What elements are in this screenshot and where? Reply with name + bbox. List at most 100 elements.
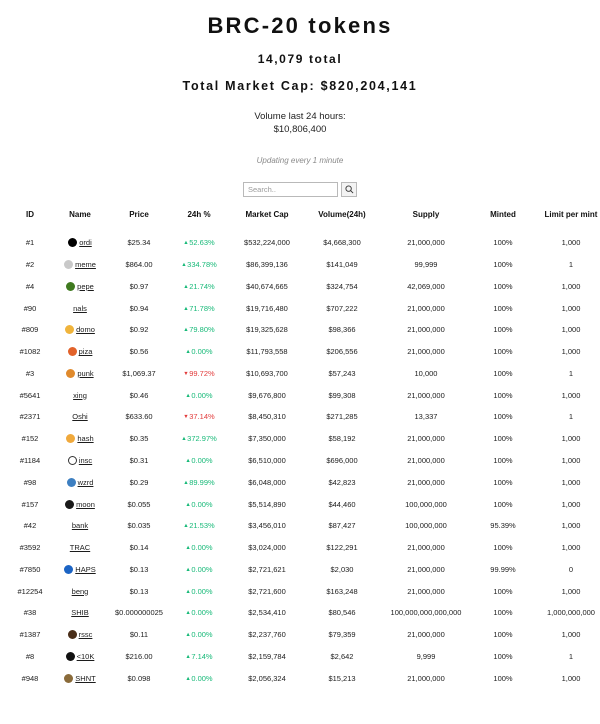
total-market-cap: Total Market Cap: $820,204,141 bbox=[0, 79, 600, 93]
token-change-cell: ▲0.00% bbox=[170, 493, 228, 515]
token-id: #1082 bbox=[8, 341, 52, 363]
token-name-link[interactable]: meme bbox=[75, 260, 96, 269]
token-name-link[interactable]: TRAC bbox=[70, 543, 90, 552]
token-price: $0.14 bbox=[108, 537, 170, 559]
token-name-link[interactable]: rssc bbox=[79, 630, 93, 639]
token-name-link[interactable]: SHNT bbox=[75, 674, 95, 683]
change-value: 0.00% bbox=[191, 500, 212, 509]
table-row[interactable]: #1387rssc$0.11▲0.00%$2,237,760$79,35921,… bbox=[8, 624, 600, 646]
token-logo-icon bbox=[68, 347, 77, 356]
search-button[interactable] bbox=[341, 182, 357, 197]
token-change-cell: ▲0.00% bbox=[170, 384, 228, 406]
token-minted: 100% bbox=[474, 624, 532, 646]
token-limit-per-mint: 1,000 bbox=[532, 580, 600, 602]
token-price: $0.92 bbox=[108, 319, 170, 341]
col-header-price[interactable]: Price bbox=[108, 210, 170, 232]
token-name-link[interactable]: domo bbox=[76, 325, 95, 334]
token-name-link[interactable]: Oshi bbox=[72, 412, 87, 421]
token-name-link[interactable]: ordi bbox=[79, 238, 92, 247]
table-row[interactable]: #2meme$864.00▲334.78%$86,399,136$141,049… bbox=[8, 254, 600, 276]
table-row[interactable]: #948SHNT$0.098▲0.00%$2,056,324$15,21321,… bbox=[8, 667, 600, 689]
token-volume: $87,427 bbox=[306, 515, 378, 537]
token-name-link[interactable]: piza bbox=[79, 347, 93, 356]
col-header-market-cap[interactable]: Market Cap bbox=[228, 210, 306, 232]
table-row[interactable]: #4pepe$0.97▲21.74%$40,674,665$324,75442,… bbox=[8, 275, 600, 297]
table-row[interactable]: #1ordi$25.34▲52.63%$532,224,000$4,668,30… bbox=[8, 232, 600, 254]
token-supply: 21,000,000 bbox=[378, 667, 474, 689]
token-supply: 100,000,000,000,000 bbox=[378, 602, 474, 624]
token-minted: 100% bbox=[474, 406, 532, 428]
table-row[interactable]: #5641xing$0.46▲0.00%$9,676,800$99,30821,… bbox=[8, 384, 600, 406]
updating-notice: Updating every 1 minute bbox=[0, 156, 600, 165]
table-row[interactable]: #152hash$0.35▲372.97%$7,350,000$58,19221… bbox=[8, 428, 600, 450]
token-name-link[interactable]: bank bbox=[72, 521, 88, 530]
token-volume: $79,359 bbox=[306, 624, 378, 646]
token-market-cap: $6,510,000 bbox=[228, 450, 306, 472]
token-logo-icon bbox=[65, 500, 74, 509]
token-name-cell: moon bbox=[52, 493, 108, 515]
col-header-minted[interactable]: Minted bbox=[474, 210, 532, 232]
token-market-cap: $11,793,558 bbox=[228, 341, 306, 363]
token-volume: $707,222 bbox=[306, 297, 378, 319]
table-row[interactable]: #3592TRAC$0.14▲0.00%$3,024,000$122,29121… bbox=[8, 537, 600, 559]
token-change-cell: ▲89.99% bbox=[170, 471, 228, 493]
table-row[interactable]: #38SHIB$0.000000025▲0.00%$2,534,410$80,5… bbox=[8, 602, 600, 624]
token-supply: 21,000,000 bbox=[378, 341, 474, 363]
change-positive: ▲71.78% bbox=[183, 304, 214, 313]
token-change-cell: ▲0.00% bbox=[170, 667, 228, 689]
token-volume: $58,192 bbox=[306, 428, 378, 450]
token-name-link[interactable]: moon bbox=[76, 500, 95, 509]
arrow-up-icon: ▲ bbox=[185, 610, 190, 616]
change-value: 71.78% bbox=[189, 304, 214, 313]
arrow-down-icon: ▼ bbox=[183, 414, 188, 420]
token-price: $633.60 bbox=[108, 406, 170, 428]
table-row[interactable]: #12254beng$0.13▲0.00%$2,721,600$163,2482… bbox=[8, 580, 600, 602]
table-row[interactable]: #809domo$0.92▲79.80%$19,325,628$98,36621… bbox=[8, 319, 600, 341]
token-name-link[interactable]: <10K bbox=[77, 652, 95, 661]
token-price: $0.46 bbox=[108, 384, 170, 406]
table-row[interactable]: #42bank$0.035▲21.53%$3,456,010$87,427100… bbox=[8, 515, 600, 537]
table-row[interactable]: #157moon$0.055▲0.00%$5,514,890$44,460100… bbox=[8, 493, 600, 515]
token-market-cap: $9,676,800 bbox=[228, 384, 306, 406]
token-name-link[interactable]: punk bbox=[77, 369, 93, 378]
arrow-up-icon: ▲ bbox=[185, 502, 190, 508]
token-minted: 100% bbox=[474, 275, 532, 297]
col-header-limit[interactable]: Limit per mint bbox=[532, 210, 600, 232]
table-row[interactable]: #98wzrd$0.29▲89.99%$6,048,000$42,82321,0… bbox=[8, 471, 600, 493]
token-id: #152 bbox=[8, 428, 52, 450]
token-name-link[interactable]: xing bbox=[73, 391, 87, 400]
arrow-up-icon: ▲ bbox=[185, 567, 190, 573]
token-name-link[interactable]: insc bbox=[79, 456, 92, 465]
col-header-volume[interactable]: Volume(24h) bbox=[306, 210, 378, 232]
table-row[interactable]: #8<10K$216.00▲7.14%$2,159,784$2,6429,999… bbox=[8, 646, 600, 668]
token-supply: 100,000,000 bbox=[378, 493, 474, 515]
token-name-link[interactable]: pepe bbox=[77, 282, 94, 291]
token-name-link[interactable]: HAPS bbox=[75, 565, 95, 574]
token-name-link[interactable]: SHIB bbox=[71, 608, 89, 617]
change-positive: ▲89.99% bbox=[183, 478, 214, 487]
search-input[interactable] bbox=[243, 182, 338, 197]
col-header-supply[interactable]: Supply bbox=[378, 210, 474, 232]
col-header-id[interactable]: ID bbox=[8, 210, 52, 232]
token-volume: $99,308 bbox=[306, 384, 378, 406]
token-change-cell: ▲7.14% bbox=[170, 646, 228, 668]
token-name-link[interactable]: hash bbox=[77, 434, 93, 443]
token-price: $0.29 bbox=[108, 471, 170, 493]
arrow-up-icon: ▲ bbox=[185, 393, 190, 399]
token-name-link[interactable]: beng bbox=[72, 587, 89, 596]
table-row[interactable]: #1082piza$0.56▲0.00%$11,793,558$206,5562… bbox=[8, 341, 600, 363]
table-row[interactable]: #3punk$1,069.37▼99.72%$10,693,700$57,243… bbox=[8, 363, 600, 385]
change-value: 0.00% bbox=[191, 674, 212, 683]
col-header-change[interactable]: 24h % bbox=[170, 210, 228, 232]
table-row[interactable]: #7850HAPS$0.13▲0.00%$2,721,621$2,03021,0… bbox=[8, 559, 600, 581]
token-price: $0.13 bbox=[108, 559, 170, 581]
arrow-up-icon: ▲ bbox=[185, 632, 190, 638]
col-header-name[interactable]: Name bbox=[52, 210, 108, 232]
table-row[interactable]: #90nals$0.94▲71.78%$19,716,480$707,22221… bbox=[8, 297, 600, 319]
table-row[interactable]: #2371Oshi$633.60▼37.14%$8,450,310$271,28… bbox=[8, 406, 600, 428]
token-name-link[interactable]: nals bbox=[73, 304, 87, 313]
token-limit-per-mint: 1 bbox=[532, 254, 600, 276]
token-minted: 100% bbox=[474, 580, 532, 602]
table-row[interactable]: #1184insc$0.31▲0.00%$6,510,000$696,00021… bbox=[8, 450, 600, 472]
token-name-link[interactable]: wzrd bbox=[78, 478, 94, 487]
